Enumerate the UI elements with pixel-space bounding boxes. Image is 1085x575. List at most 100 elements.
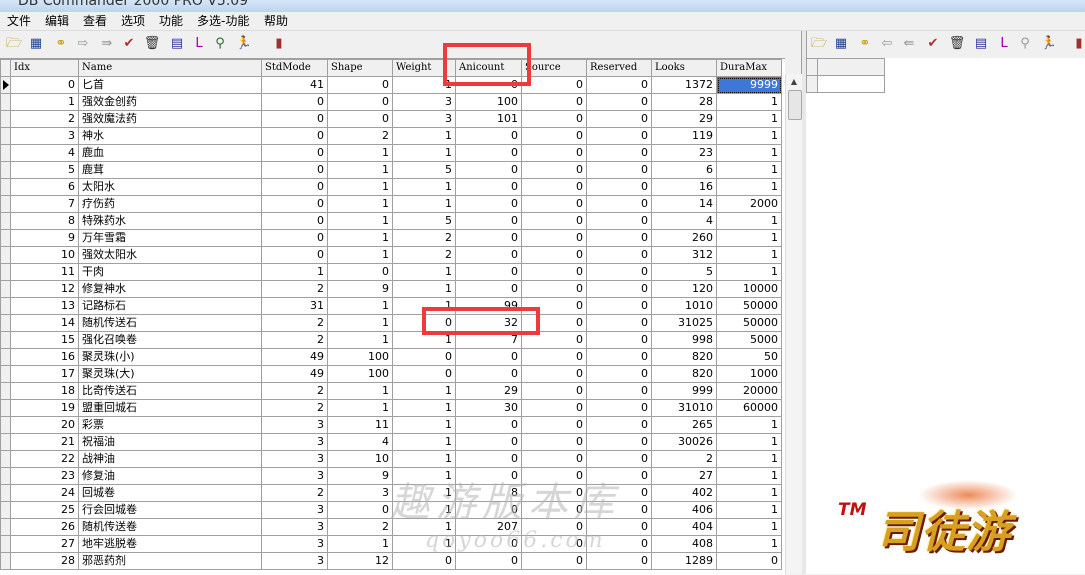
cell-anicount[interactable]: 0 [455,127,522,145]
cell-stdmode[interactable]: 0 [261,127,328,145]
cell-name[interactable]: 鹿血 [78,144,262,162]
cell-weight[interactable]: 1 [392,433,456,451]
table-row[interactable]: 21 祝福油 3 4 1 0 0 0 30026 1 [0,433,782,451]
cell-shape[interactable]: 12 [327,552,393,570]
checklist-icon[interactable]: ✔ [924,35,942,53]
table-row[interactable]: 11 干肉 1 0 1 0 0 0 5 1 [0,263,782,281]
row-indicator[interactable] [0,229,11,247]
cell-name[interactable]: 强效魔法药 [78,110,262,128]
cell-stdmode[interactable]: 0 [261,110,328,128]
cell-duramax[interactable]: 10000 [716,280,782,298]
cell-source[interactable]: 0 [521,280,587,298]
cell-looks[interactable]: 16 [651,178,717,196]
cell-source[interactable]: 0 [521,365,587,383]
row-indicator[interactable] [0,348,11,366]
cell-duramax[interactable]: 2000 [716,195,782,213]
table-row[interactable]: 13 记路标石 31 1 1 99 0 0 1010 50000 [0,297,782,315]
scroll-thumb[interactable] [788,90,802,120]
cell-idx[interactable]: 22 [10,450,79,468]
cell-shape[interactable]: 10 [327,450,393,468]
cell-looks[interactable]: 31010 [651,399,717,417]
cell-looks[interactable]: 312 [651,246,717,264]
cell-name[interactable]: 祝福油 [78,433,262,451]
cell-shape[interactable]: 1 [327,161,393,179]
row-indicator[interactable] [0,450,11,468]
table-row[interactable]: 20 彩票 3 11 1 0 0 0 265 1 [0,416,782,434]
cell-anicount[interactable]: 101 [455,110,522,128]
cell-duramax[interactable]: 1 [716,127,782,145]
cell-source[interactable]: 0 [521,178,587,196]
arrow-right-icon[interactable]: ⇨ [74,35,92,53]
cell-name[interactable]: 万年雪霜 [78,229,262,247]
cell-idx[interactable]: 28 [10,552,79,570]
cell-duramax[interactable]: 1 [716,110,782,128]
cell-idx[interactable]: 5 [10,161,79,179]
row-indicator[interactable] [0,110,11,128]
cell-name[interactable]: 修复油 [78,467,262,485]
cell-anicount[interactable]: 0 [455,144,522,162]
table-row[interactable]: 2 强效魔法药 0 0 3 101 0 0 29 1 [0,110,782,128]
cell-reserved[interactable]: 0 [586,127,652,145]
cell-shape[interactable]: 4 [327,433,393,451]
table-row[interactable]: 16 聚灵珠(小) 49 100 0 0 0 0 820 50 [0,348,782,366]
cell-reserved[interactable]: 0 [586,280,652,298]
cell-duramax[interactable]: 1 [716,212,782,230]
cell-anicount[interactable]: 0 [455,416,522,434]
cell-duramax[interactable]: 1000 [716,365,782,383]
row-indicator[interactable] [0,246,11,264]
cell-looks[interactable]: 998 [651,331,717,349]
cell-idx[interactable]: 11 [10,263,79,281]
cell-looks[interactable]: 120 [651,280,717,298]
exit-door-icon[interactable]: ▮ [1070,35,1085,53]
cell-shape[interactable]: 11 [327,416,393,434]
cell-looks[interactable]: 265 [651,416,717,434]
cell-weight[interactable]: 1 [392,416,456,434]
cell-idx[interactable]: 0 [10,76,79,94]
cell-shape[interactable]: 2 [327,518,393,536]
cell-duramax[interactable]: 9999 [716,76,782,94]
column-header-name[interactable]: Name [78,59,262,77]
table-row[interactable]: 4 鹿血 0 1 1 0 0 0 23 1 [0,144,782,162]
cell-stdmode[interactable]: 1 [261,263,328,281]
cell-name[interactable]: 鹿茸 [78,161,262,179]
cell-reserved[interactable]: 0 [586,212,652,230]
cell-stdmode[interactable]: 3 [261,552,328,570]
cell-name[interactable]: 邪恶药剂 [78,552,262,570]
right-grid-cell[interactable] [817,75,885,93]
cell-duramax[interactable]: 1 [716,535,782,553]
search-key-icon[interactable]: ⚲ [1016,35,1034,53]
cell-shape[interactable]: 1 [327,297,393,315]
cell-source[interactable]: 0 [521,144,587,162]
cell-stdmode[interactable]: 0 [261,178,328,196]
cell-shape[interactable]: 9 [327,280,393,298]
cell-source[interactable]: 0 [521,433,587,451]
cell-duramax[interactable]: 1 [716,93,782,111]
cell-reserved[interactable]: 0 [586,144,652,162]
cell-name[interactable]: 随机传送石 [78,314,262,332]
cell-name[interactable]: 神水 [78,127,262,145]
cell-reserved[interactable]: 0 [586,382,652,400]
cell-duramax[interactable]: 50000 [716,297,782,315]
cell-stdmode[interactable]: 31 [261,297,328,315]
cell-name[interactable]: 回城卷 [78,484,262,502]
cell-idx[interactable]: 12 [10,280,79,298]
cell-shape[interactable]: 3 [327,484,393,502]
table-row[interactable]: 7 疗伤药 0 1 1 0 0 0 14 2000 [0,195,782,213]
cell-reserved[interactable]: 0 [586,297,652,315]
cell-anicount[interactable]: 0 [455,246,522,264]
table-row[interactable]: 14 随机传送石 2 1 0 32 0 0 31025 50000 [0,314,782,332]
row-indicator[interactable] [0,331,11,349]
cell-weight[interactable]: 1 [392,280,456,298]
row-indicator[interactable] [0,161,11,179]
cell-anicount[interactable]: 0 [455,348,522,366]
grid-view-icon[interactable]: ▦ [27,35,45,53]
cell-weight[interactable]: 1 [392,382,456,400]
cell-stdmode[interactable]: 3 [261,433,328,451]
table-row[interactable]: 9 万年雪霜 0 1 2 0 0 0 260 1 [0,229,782,247]
arrow-left-icon[interactable]: ⇦ [878,35,896,53]
cell-anicount[interactable]: 0 [455,178,522,196]
cell-idx[interactable]: 24 [10,484,79,502]
cell-reserved[interactable]: 0 [586,433,652,451]
row-indicator[interactable] [0,382,11,400]
cell-duramax[interactable]: 1 [716,484,782,502]
